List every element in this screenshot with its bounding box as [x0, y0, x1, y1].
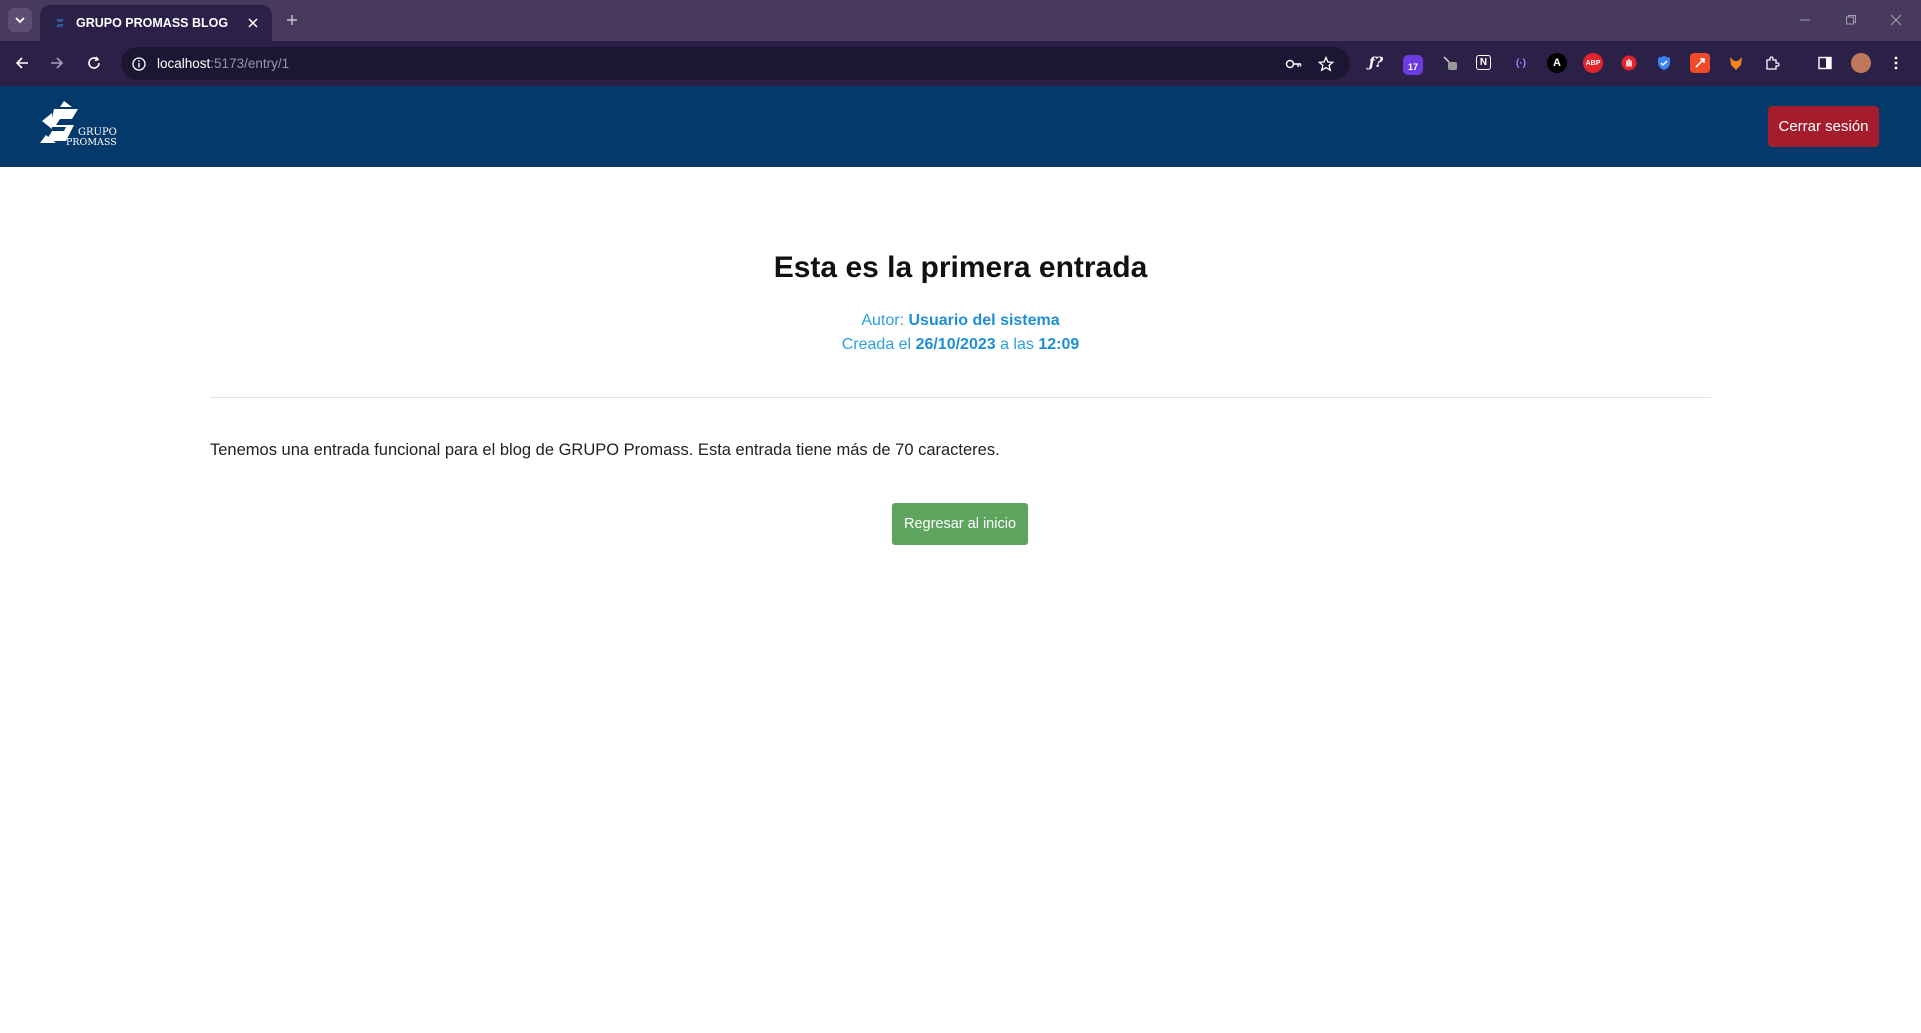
url-host: localhost — [157, 56, 211, 71]
adblock-extension-icon[interactable]: ABP — [1583, 53, 1603, 73]
tab-search-button[interactable] — [8, 8, 32, 32]
hand-extension-icon[interactable] — [1619, 53, 1639, 73]
extensions-puzzle-icon[interactable] — [1762, 53, 1782, 73]
bracket-extension-icon[interactable]: (·) — [1511, 53, 1531, 73]
address-bar[interactable]: localhost:5173/entry/1 — [121, 47, 1350, 80]
browser-tab[interactable]: GRUPO PROMASS BLOG — [40, 5, 272, 41]
fx-extension-icon[interactable]: ƒ? — [1366, 53, 1386, 73]
logo-text-promass: PROMASS — [66, 137, 117, 148]
divider — [210, 397, 1711, 398]
restore-icon[interactable] — [1836, 8, 1866, 32]
entry-date: 26/10/2023 — [915, 336, 996, 353]
new-tab-icon[interactable] — [282, 10, 302, 30]
site-info-icon[interactable] — [129, 54, 149, 74]
tab-title: GRUPO PROMASS BLOG — [76, 16, 229, 30]
shield-extension-icon[interactable] — [1654, 53, 1674, 73]
rocket-extension-icon[interactable] — [1690, 53, 1710, 73]
grupo-promass-logo[interactable]: GRUPO PROMASS — [38, 99, 120, 153]
back-to-home-button[interactable]: Regresar al inicio — [892, 503, 1028, 545]
promass-favicon-icon — [52, 15, 68, 31]
logout-button[interactable]: Cerrar sesión — [1768, 106, 1879, 147]
entry-author-line: Autor: Usuario del sistema — [0, 312, 1921, 330]
bookmark-star-icon[interactable] — [1315, 53, 1337, 75]
page: GRUPO PROMASS Cerrar sesión Esta es la p… — [0, 86, 1921, 1033]
reload-icon[interactable] — [82, 51, 106, 75]
calendar-extension-icon[interactable]: 17 — [1403, 55, 1423, 75]
a-extension-icon[interactable]: A — [1547, 53, 1567, 73]
author-prefix: Autor: — [861, 312, 909, 329]
browser-tab-strip: GRUPO PROMASS BLOG — [0, 0, 1921, 41]
profile-avatar[interactable] — [1851, 53, 1871, 73]
url-path: :5173/entry/1 — [210, 56, 290, 71]
entry-time: 12:09 — [1038, 336, 1080, 353]
close-window-icon[interactable] — [1881, 8, 1911, 32]
entry-title: Esta es la primera entrada — [773, 251, 1148, 284]
tab-close-icon[interactable] — [244, 14, 262, 32]
notion-extension-icon[interactable]: N — [1476, 55, 1491, 70]
chevron-down-icon — [15, 17, 25, 24]
side-panel-icon[interactable] — [1815, 53, 1835, 73]
entry-body: Tenemos una entrada funcional para el bl… — [210, 441, 1000, 459]
time-prefix: a las — [995, 336, 1039, 353]
browser-menu-icon[interactable] — [1886, 53, 1906, 73]
author-name: Usuario del sistema — [908, 312, 1060, 329]
browser-toolbar: localhost:5173/entry/1 ƒ? 17 N (·) A ABP — [0, 41, 1921, 86]
fox-extension-icon[interactable] — [1726, 53, 1746, 73]
minimize-icon[interactable] — [1790, 8, 1820, 32]
forward-arrow-icon[interactable] — [45, 51, 69, 75]
back-arrow-icon[interactable] — [10, 51, 34, 75]
url-text[interactable]: localhost:5173/entry/1 — [157, 56, 289, 71]
dropper-extension-icon[interactable] — [1440, 53, 1460, 73]
entry-date-line: Creada el 26/10/2023 a las 12:09 — [0, 336, 1921, 354]
site-navbar: GRUPO PROMASS Cerrar sesión — [0, 86, 1921, 167]
created-prefix: Creada el — [841, 336, 916, 353]
key-icon[interactable] — [1283, 53, 1305, 75]
